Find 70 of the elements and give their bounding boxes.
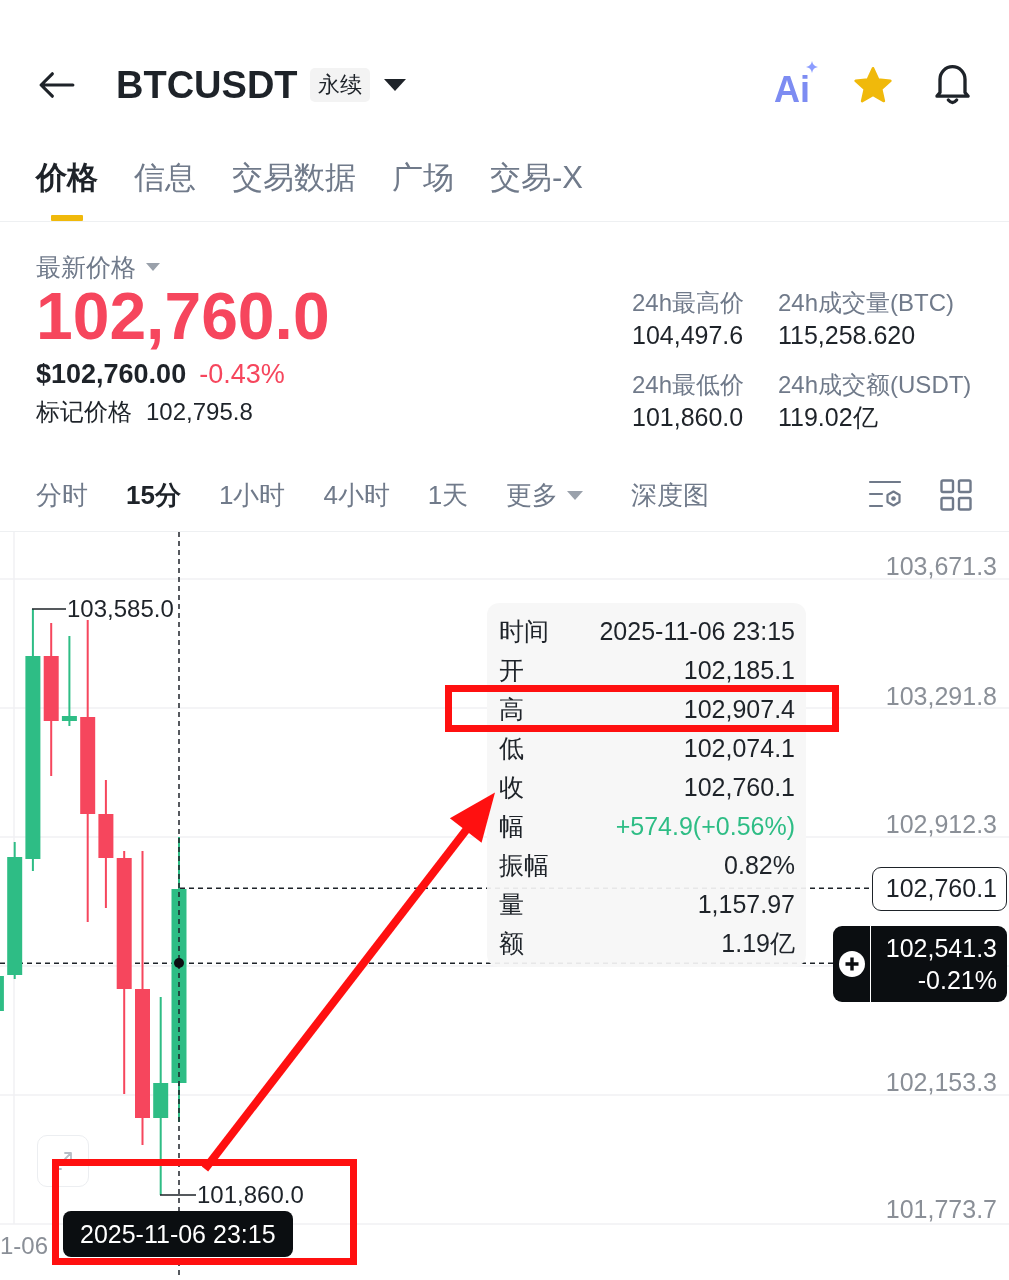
tooltip-value: 0.82%	[724, 851, 795, 879]
contract-type-badge: 永续	[309, 68, 370, 102]
high-leader-line	[32, 608, 66, 610]
stat-label: 24h最高价	[632, 288, 745, 318]
tooltip-value: +574.9(+0.56%)	[615, 812, 795, 840]
interval-tab[interactable]: 1天	[427, 478, 469, 512]
tooltip-value: 102,760.1	[683, 773, 795, 801]
last-price-tag: 102,760.1	[872, 867, 1007, 911]
ai-button[interactable]: Ai	[774, 61, 818, 109]
interval-tab[interactable]: 更多	[506, 478, 584, 512]
tooltip-label: 量	[499, 890, 524, 918]
usd-price: $102,760.00	[36, 358, 187, 391]
tooltip-label: 低	[499, 734, 524, 762]
star-icon[interactable]	[853, 66, 893, 104]
stat-label: 24h最低价	[632, 370, 745, 400]
high-price-label: 103,585.0	[67, 595, 174, 623]
stat-value: 115,258.620	[778, 320, 916, 351]
tooltip-label: 开	[499, 656, 524, 684]
tab[interactable]: 交易-X	[490, 158, 583, 221]
mark-price-label: 标记价格	[36, 397, 132, 427]
tooltip-value: 102,907.4	[683, 695, 795, 723]
interval-tab[interactable]: 深度图	[631, 478, 710, 512]
price-axis-label: 101,773.7	[885, 1195, 997, 1223]
interval-tab[interactable]: 分时	[36, 478, 88, 512]
interval-tab[interactable]: 15分	[126, 478, 181, 512]
tooltip-value: 1.19亿	[721, 929, 795, 957]
stat-label: 24h成交额(USDT)	[778, 370, 972, 400]
price-axis-label: 103,291.8	[885, 682, 997, 710]
mark-price-value: 102,795.8	[146, 397, 253, 427]
last-price: 102,760.0	[36, 283, 330, 349]
bell-icon[interactable]	[935, 65, 970, 105]
price-change: -0.43%	[199, 358, 285, 391]
stat-label: 24h成交量(BTC)	[778, 288, 955, 318]
tooltip-value: 102,185.1	[683, 656, 795, 684]
price-type-label[interactable]: 最新价格	[36, 252, 136, 282]
tab[interactable]: 价格	[36, 158, 98, 221]
caret-down-icon	[567, 490, 584, 500]
tooltip-label: 高	[499, 695, 524, 723]
tooltip-value: 1,157.97	[697, 890, 795, 918]
time-axis-label: 1-06	[0, 1232, 49, 1260]
back-arrow-icon[interactable]	[38, 71, 76, 99]
interval-tab[interactable]: 4小时	[323, 478, 390, 512]
sparkle-icon	[806, 61, 818, 73]
crosshair-price: 102,541.3	[885, 933, 997, 964]
price-axis-label: 102,912.3	[885, 810, 997, 838]
tooltip-label: 收	[499, 773, 524, 801]
plus-circle-icon[interactable]	[838, 951, 865, 977]
interval-tab[interactable]: 1小时	[218, 478, 286, 512]
low-leader-line	[160, 1194, 196, 1196]
grid-layout-icon[interactable]	[940, 479, 972, 511]
crosshair-dot-icon	[174, 958, 184, 968]
price-axis-label: 102,153.3	[885, 1068, 997, 1096]
tooltip-label: 振幅	[499, 851, 549, 879]
tab[interactable]: 交易数据	[232, 158, 356, 221]
caret-down-icon[interactable]	[383, 79, 406, 91]
tooltip-value: 102,074.1	[683, 734, 795, 762]
stat-value: 119.02亿	[778, 402, 878, 433]
tooltip-label: 额	[499, 929, 524, 957]
stat-value: 104,497.6	[632, 320, 744, 351]
crosshair-change: -0.21%	[917, 965, 997, 996]
crosshair-time-tag: 2025-11-06 23:15	[63, 1211, 293, 1257]
tooltip-label: 幅	[499, 812, 524, 840]
symbol-title[interactable]: BTCUSDT	[116, 63, 298, 107]
tab[interactable]: 信息	[134, 158, 196, 221]
tooltip-label: 时间	[499, 617, 549, 645]
price-axis-label: 103,671.3	[885, 552, 997, 580]
low-price-label: 101,860.0	[197, 1181, 304, 1209]
tooltip-value: 2025-11-06 23:15	[599, 617, 795, 645]
tab[interactable]: 广场	[392, 158, 454, 221]
stat-value: 101,860.0	[632, 402, 744, 433]
